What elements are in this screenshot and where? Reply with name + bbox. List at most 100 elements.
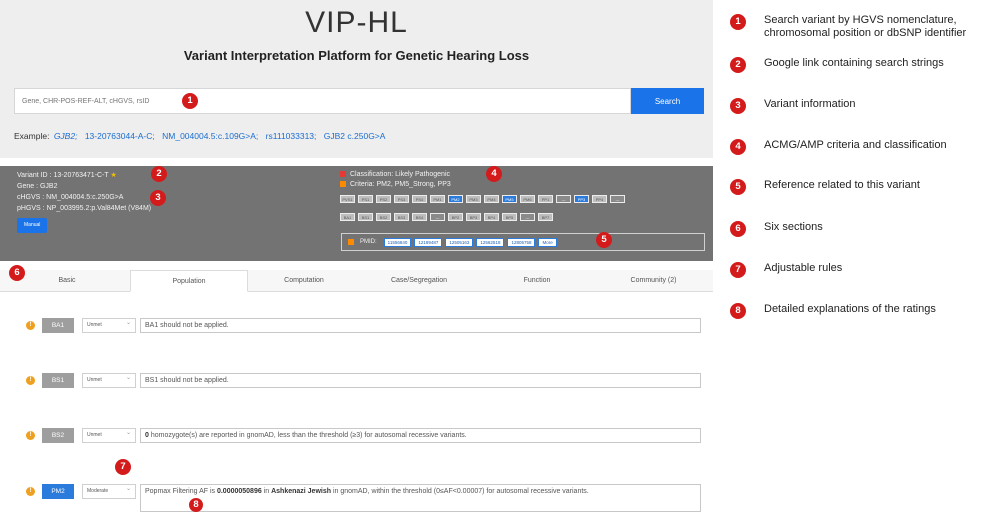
criterion-chip[interactable]: BA1 — [340, 213, 355, 221]
tab-population[interactable]: Population — [130, 270, 248, 292]
example-link[interactable]: GJB2; — [54, 131, 78, 141]
criterion-chip[interactable]: PVS1 — [340, 195, 355, 203]
warning-icon: ! — [26, 431, 35, 440]
variant-info: Variant ID : 13-20763471-C-T ★ Gene : GJ… — [17, 170, 151, 233]
strength-select[interactable]: Moderate — [82, 483, 136, 499]
rule-code: PM2 — [42, 484, 74, 499]
pmid-link[interactable]: 12189487 — [414, 237, 443, 247]
legend-number: 5 — [730, 179, 746, 195]
criterion-chip[interactable]: --- — [520, 213, 535, 221]
criterion-chip[interactable]: PM4 — [484, 195, 499, 203]
figure: VIP-HL Variant Interpretation Platform f… — [0, 0, 1007, 512]
search-button[interactable]: Search — [631, 88, 704, 114]
marker-1: 1 — [182, 93, 198, 109]
marker-8: 8 — [189, 498, 203, 512]
criterion-chip[interactable]: PM5 — [502, 195, 517, 203]
strength-select[interactable]: Unmet — [82, 427, 136, 443]
example-link[interactable]: GJB2 c.250G>A — [324, 131, 386, 141]
criterion-chip[interactable]: PM1 — [430, 195, 445, 203]
pmid-link[interactable]: 12562518 — [476, 237, 505, 247]
criterion-chip[interactable]: BP7 — [538, 213, 553, 221]
strength-select[interactable]: Unmet — [82, 372, 136, 388]
criterion-chip[interactable]: --- — [556, 195, 571, 203]
legend-text: Six sections — [764, 221, 823, 233]
criterion-chip[interactable]: BS2 — [376, 213, 391, 221]
example-link[interactable]: rs111033313; — [266, 131, 317, 141]
classification-text: Classification: Likely Pathogenic — [350, 171, 450, 178]
criterion-chip[interactable]: PS1 — [358, 195, 373, 203]
legend-number: 1 — [730, 14, 746, 30]
pmid-box: PMID: 11556840 12189487 12505163 1256251… — [341, 233, 705, 251]
legend-number: 8 — [730, 303, 746, 319]
criteria-summary-row: Criteria: PM2, PM5_Strong, PP3 — [340, 180, 451, 190]
phgvs-value: pHGVS : NP_003995.2:p.Val84Met (V84M) — [17, 205, 152, 212]
rule-code: BS1 — [42, 373, 74, 388]
example-link[interactable]: 13-20763044-A-C; — [85, 131, 155, 141]
variant-id-row: Variant ID : 13-20763471-C-T ★ — [17, 170, 151, 181]
tab-community[interactable]: Community (2) — [596, 270, 711, 292]
tab-basic[interactable]: Basic — [8, 270, 126, 292]
criterion-chip[interactable]: PP1 — [538, 195, 553, 203]
pmid-link[interactable]: 12805758 — [507, 237, 536, 247]
criterion-chip[interactable]: BP2 — [448, 213, 463, 221]
criterion-chip[interactable]: PP4 — [592, 195, 607, 203]
criterion-chip[interactable]: BP4 — [484, 213, 499, 221]
legend-text: Search variant by HGVS nomenclature, chr… — [764, 14, 967, 39]
marker-7: 7 — [115, 459, 131, 475]
classification-square-icon — [340, 171, 346, 178]
classification-box: Classification: Likely Pathogenic Criter… — [340, 170, 451, 190]
pmid-link[interactable]: 11556840 — [383, 237, 412, 247]
criterion-chip[interactable]: BS4 — [412, 213, 427, 221]
legend-number: 2 — [730, 57, 746, 73]
rule-explanation[interactable]: 0 homozygote(s) are reported in gnomAD, … — [140, 428, 701, 443]
marker-2: 2 — [151, 166, 167, 182]
criterion-chip[interactable]: BS3 — [394, 213, 409, 221]
rule-code: BS2 — [42, 428, 74, 443]
gene-value: Gene : GJB2 — [17, 183, 58, 190]
legend-text: Adjustable rules — [764, 262, 843, 274]
criterion-chip[interactable]: PS2 — [376, 195, 391, 203]
example-link[interactable]: NM_004004.5:c.109G>A; — [162, 131, 258, 141]
legend-number: 3 — [730, 98, 746, 114]
rule-explanation[interactable]: Popmax Filtering AF is 0.0000050896 in A… — [140, 484, 701, 512]
rule-code: BA1 — [42, 318, 74, 333]
variant-id: Variant ID : 13-20763471-C-T — [17, 172, 109, 179]
search-input[interactable] — [14, 88, 631, 114]
pmid-more-button[interactable]: More — [538, 237, 557, 247]
marker-5: 5 — [596, 232, 612, 248]
tab-case-segregation[interactable]: Case/Segregation — [360, 270, 478, 292]
example-row: Example: GJB2; 13-20763044-A-C; NM_00400… — [14, 131, 390, 141]
strength-select[interactable]: Unmet — [82, 317, 136, 333]
legend-number: 7 — [730, 262, 746, 278]
criterion-chip[interactable]: BS1 — [358, 213, 373, 221]
pathogenic-criteria-row: PVS1 PS1 PS2 PS3 PS4 PM1 PM2 PM3 PM4 PM5 PM6 PP1 ---… — [340, 195, 625, 203]
criterion-chip[interactable]: PM2 — [448, 195, 463, 203]
pmid-square-icon — [348, 239, 354, 245]
rule-explanation[interactable]: BS1 should not be applied. — [140, 373, 701, 388]
marker-4: 4 — [486, 166, 502, 182]
marker-3: 3 — [150, 190, 166, 206]
star-icon[interactable]: ★ — [111, 172, 117, 179]
criterion-chip[interactable]: --- — [430, 213, 445, 221]
manual-button[interactable]: Manual — [17, 218, 48, 233]
legend-number: 4 — [730, 139, 746, 155]
criterion-chip[interactable]: BP3 — [466, 213, 481, 221]
app-title: VIP-HL — [305, 6, 408, 39]
tab-computation[interactable]: Computation — [248, 270, 360, 292]
legend-text: ACMG/AMP criteria and classification — [764, 139, 947, 151]
pmid-link[interactable]: 12505163 — [445, 237, 474, 247]
criteria-summary: Criteria: PM2, PM5_Strong, PP3 — [350, 181, 451, 188]
example-label: Example: — [14, 131, 50, 141]
marker-6: 6 — [9, 265, 25, 281]
rule-explanation[interactable]: BA1 should not be applied. — [140, 318, 701, 333]
criterion-chip[interactable]: PM3 — [466, 195, 481, 203]
criterion-chip[interactable]: PS3 — [394, 195, 409, 203]
tab-function[interactable]: Function — [478, 270, 596, 292]
app-subtitle: Variant Interpretation Platform for Gene… — [183, 48, 530, 63]
criterion-chip[interactable]: PM6 — [520, 195, 535, 203]
criterion-chip[interactable]: BP5 — [502, 213, 517, 221]
criterion-chip[interactable]: PP3 — [574, 195, 589, 203]
criterion-chip[interactable]: --- — [610, 195, 625, 203]
section-tabs: Basic Population Computation Case/Segreg… — [0, 270, 713, 292]
criterion-chip[interactable]: PS4 — [412, 195, 427, 203]
